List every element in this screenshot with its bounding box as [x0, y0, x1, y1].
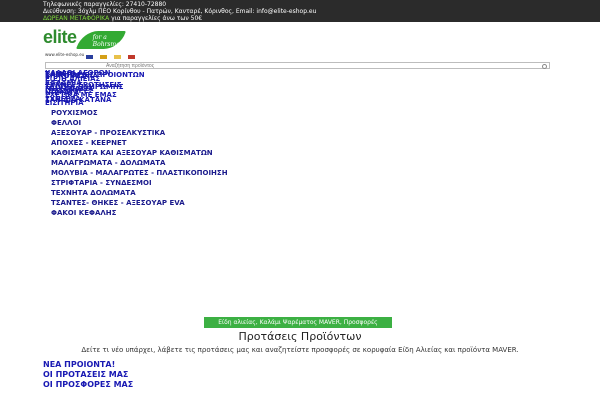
gr-flag-icon[interactable] [128, 55, 136, 59]
category-item[interactable]: ΑΞΕΣΟΥΑΡ - ΠΡΟΣΕΛΚΥΣΤΙΚΑ [51, 128, 228, 138]
free-shipping-text: για παραγγελίες άνω των 50€ [111, 15, 203, 22]
category-item[interactable]: ΦΑΚΟΙ ΚΕΦΑΛΗΣ [51, 208, 228, 218]
category-item[interactable]: ΜΑΛΑΓΡΩΜΑΤΑ - ΔΟΛΩΜΑΤΑ [51, 158, 228, 168]
store-address: Διεύθυνση: 3όχλμ ΠΕΟ Κορίνθου - Πατρών, … [43, 8, 317, 15]
search-box [45, 62, 550, 69]
category-item[interactable]: ΤΣΑΝΤΕΣ- ΘΗΚΕΣ - ΑΞΕΣΟΥΑΡ EVA [51, 198, 228, 208]
keywords-banner[interactable]: Είδη αλιείας, Καλάμι Ψαρέματος MAVER, Πρ… [204, 317, 392, 328]
category-item[interactable]: ΣΤΡΙΦΤΑΡΙΑ - ΣΥΝΔΕΣΜΟΙ [51, 178, 228, 188]
language-switcher [86, 55, 137, 60]
logo-url: www.elite-eshop.eu [45, 52, 85, 57]
search-input[interactable] [46, 63, 549, 68]
search-icon[interactable] [542, 64, 547, 69]
free-shipping-highlight: ΔΩΡΕΑΝ ΜΕΤΑΦΟΡΙΚΑ [43, 15, 110, 22]
logo-word: elite [43, 27, 77, 47]
menu-item-bags[interactable]: ΣΑΚΙΔΙΑ ΚΑΤΑΝΑ [45, 96, 111, 104]
our-offers-link[interactable]: ΟΙ ΠΡΟΣΦΟΡΕΣ ΜΑΣ [43, 380, 133, 390]
bottom-links: ΝΕΑ ΠΡΟΙΟΝΤΑ! ΟΙ ΠΡΟΤΑΣΕΙΣ ΜΑΣ ΟΙ ΠΡΟΣΦΟ… [43, 360, 133, 390]
category-item[interactable]: ΤΕΧΝΗΤΑ ΔΟΛΩΜΑΤΑ [51, 188, 228, 198]
it-flag-icon[interactable] [114, 55, 122, 59]
proposals-title: Προτάσεις Προϊόντων [238, 330, 362, 343]
category-item[interactable]: ΡΟΥΧΙΣΜΟΣ [51, 108, 228, 118]
new-products-link[interactable]: ΝΕΑ ΠΡΟΙΟΝΤΑ! [43, 360, 133, 370]
category-item[interactable]: ΜΟΛΥΒΙΑ - ΜΑΛΑΓΡΩΤΕΣ - ΠΛΑΣΤΙΚΟΠΟΙΗΣΗ [51, 168, 228, 178]
logo-leaf-icon: for a Bohrsman [76, 31, 126, 49]
proposals-text: Δείτε τι νέο υπάρχει, λάβετε τις προτάσε… [81, 346, 519, 354]
logo-tagline: for a Bohrsman [92, 34, 124, 48]
category-item[interactable]: ΑΠΟΧΕΣ - ΚΕΕΡΝΕΤ [51, 138, 228, 148]
orders-phone: Τηλεφωνικές παραγγελίες: 27410-72880 [43, 1, 167, 8]
shipping-notice: ΔΩΡΕΑΝ ΜΕΤΑΦΟΡΙΚΑ για παραγγελίες άνω τω… [43, 15, 202, 22]
de-flag-icon[interactable] [100, 55, 108, 59]
category-item[interactable]: ΦΕΛΛΟΙ [51, 118, 228, 128]
category-list: ΡΟΥΧΙΣΜΟΣ ΦΕΛΛΟΙ ΑΞΕΣΟΥΑΡ - ΠΡΟΣΕΛΚΥΣΤΙΚ… [51, 108, 228, 218]
gb-flag-icon[interactable] [86, 55, 93, 59]
category-item[interactable]: ΚΑΘΙΣΜΑΤΑ ΚΑΙ ΑΞΕΣΟΥΑΡ ΚΑΘΙΣΜΑΤΩΝ [51, 148, 228, 158]
our-proposals-link[interactable]: ΟΙ ΠΡΟΤΑΣΕΙΣ ΜΑΣ [43, 370, 133, 380]
top-info-bar: Τηλεφωνικές παραγγελίες: 27410-72880 Διε… [0, 0, 600, 22]
main-menu: ΚΑΛΑΘΙ ΑΓΟΡΩΝ ΤΑΜΕΙΟ ΣΥΧΝΕΣ ΕΡΩΤΗΣΕΙΣ ΠΡ… [45, 69, 195, 109]
